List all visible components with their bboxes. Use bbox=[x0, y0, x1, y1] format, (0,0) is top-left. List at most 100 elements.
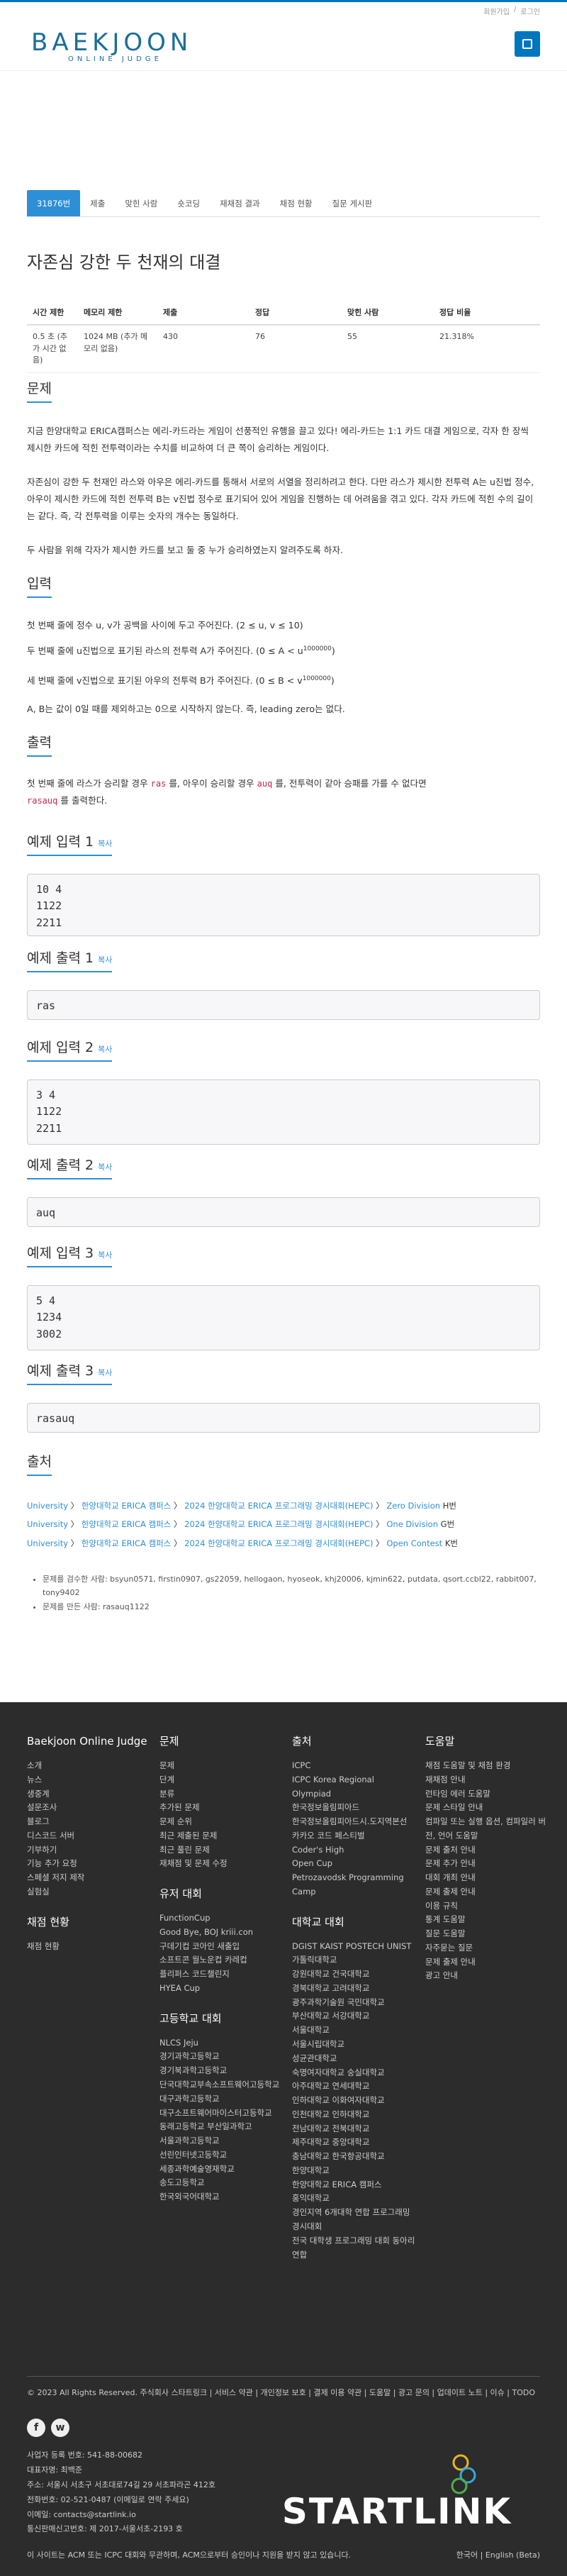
footer-link[interactable]: 최근 제출된 문제 bbox=[159, 1829, 287, 1843]
footer-link[interactable]: 제주대학교 중앙대학교 bbox=[292, 2136, 420, 2150]
footer-link[interactable]: 한국정보올림피아드 bbox=[292, 1801, 420, 1815]
login-link[interactable]: 로그인 bbox=[520, 6, 540, 16]
footer-link[interactable]: 경기북과학고등학교 bbox=[159, 2064, 287, 2078]
footer-link[interactable]: 대구과학고등학교 bbox=[159, 2092, 287, 2106]
footer-link[interactable]: 최근 풀린 문제 bbox=[159, 1843, 287, 1858]
footer-link[interactable]: 전국 대학생 프로그래밍 대회 동아리 연합 bbox=[292, 2234, 420, 2263]
footer-link[interactable]: 한국외국어대학교 bbox=[159, 2190, 287, 2204]
signup-link[interactable]: 회원가입 bbox=[483, 6, 510, 16]
footer-link[interactable]: 부산대학교 서강대학교 bbox=[292, 2009, 420, 2023]
footer-link[interactable]: NLCS Jeju bbox=[159, 2036, 287, 2050]
footer-link[interactable]: 선린인터넷고등학교 bbox=[159, 2148, 287, 2163]
footer-link[interactable]: HYEA Cup bbox=[159, 1982, 287, 1996]
footer-link[interactable]: Open Cup bbox=[292, 1857, 420, 1871]
copy-button[interactable]: 복사 bbox=[98, 1045, 112, 1054]
footer-link[interactable]: 강원대학교 건국대학교 bbox=[292, 1967, 420, 1982]
footer-link[interactable]: Good Bye, BOJ kriii.con bbox=[159, 1926, 287, 1940]
footer-link[interactable]: Olympiad bbox=[292, 1787, 420, 1801]
startlink-logo[interactable]: STARTLINK bbox=[255, 2447, 539, 2532]
footer-link[interactable]: Coder's High bbox=[292, 1843, 420, 1858]
footer-link[interactable]: FunctionCup bbox=[159, 1911, 287, 1926]
footer-link[interactable]: 서울시립대학교 bbox=[292, 2038, 420, 2052]
tab-problem[interactable]: 31876번 bbox=[27, 190, 81, 216]
footer-link[interactable]: 실험실 bbox=[27, 1885, 155, 1899]
footer-link[interactable]: 문제 출처 안내 bbox=[425, 1843, 553, 1858]
footer-link[interactable]: 구데기컵 코아인 새출입 bbox=[159, 1940, 287, 1954]
sample-input-3[interactable]: 5 4 1234 3002 bbox=[27, 1285, 540, 1350]
footer-link[interactable]: 홍익대학교 bbox=[292, 2192, 420, 2206]
footer-link[interactable]: 충남대학교 한국항공대학교 bbox=[292, 2150, 420, 2164]
footer-link[interactable]: 대구소프트웨어마이스터고등학교 bbox=[159, 2106, 287, 2121]
footer-link[interactable]: 광고 안내 bbox=[425, 1969, 553, 1983]
footer-link[interactable]: 질문 도움말 bbox=[425, 1927, 553, 1941]
footer-link[interactable]: DGIST KAIST POSTECH UNIST 가톨릭대학교 bbox=[292, 1940, 420, 1968]
footer-link[interactable]: 광주과학기술원 국민대학교 bbox=[292, 1996, 420, 2010]
footer-link[interactable]: 문제 출제 안내 bbox=[425, 1885, 553, 1899]
footer-link[interactable]: 경인지역 6개대학 연합 프로그래밍 경시대회 bbox=[292, 2206, 420, 2234]
footer-link[interactable]: 서울과학고등학교 bbox=[159, 2134, 287, 2148]
language-switch[interactable]: 한국어 | English (Beta) bbox=[456, 2549, 540, 2560]
footer-link[interactable]: 블로그 bbox=[27, 1815, 155, 1829]
footer-link[interactable]: 인천대학교 인하대학교 bbox=[292, 2108, 420, 2122]
footer-link[interactable]: 전남대학교 전북대학교 bbox=[292, 2122, 420, 2136]
sample-output-2[interactable]: auq bbox=[27, 1197, 540, 1227]
footer-link[interactable]: 재채점 및 문제 수정 bbox=[159, 1857, 287, 1871]
footer-link[interactable]: 설문조사 bbox=[27, 1801, 155, 1815]
footer-link[interactable]: 자주묻는 질문 bbox=[425, 1941, 553, 1955]
footer-link[interactable]: 플리퍼스 코드챌린지 bbox=[159, 1967, 287, 1982]
tab-short-coding[interactable]: 숏코딩 bbox=[167, 190, 210, 216]
footer-link[interactable]: 생중계 bbox=[27, 1787, 155, 1801]
footer-bottom-links[interactable]: © 2023 All Rights Reserved. 주식회사 스타트링크 |… bbox=[27, 2376, 540, 2398]
footer-link[interactable]: 한양대학교 ERICA 캠퍼스 bbox=[292, 2178, 420, 2192]
footer-link[interactable]: 소프트콘 월노운컵 카레컵 bbox=[159, 1953, 287, 1967]
footer-link[interactable]: ICPC Korea Regional bbox=[292, 1773, 420, 1787]
tab-solved-users[interactable]: 맞힌 사람 bbox=[115, 190, 167, 216]
footer-link[interactable]: 단국대학교부속소프트웨어고등학교 bbox=[159, 2078, 287, 2092]
menu-toggle-button[interactable] bbox=[515, 31, 540, 57]
tab-status[interactable]: 채점 현황 bbox=[270, 190, 322, 216]
tab-board[interactable]: 질문 게시판 bbox=[322, 190, 383, 216]
footer-link[interactable]: 문제 순위 bbox=[159, 1815, 287, 1829]
tab-submit[interactable]: 제출 bbox=[80, 190, 115, 216]
footer-link[interactable]: 채점 도움말 및 채점 환경 bbox=[425, 1759, 553, 1773]
footer-link[interactable]: 문제 출제 안내 bbox=[425, 1955, 553, 1970]
footer-link[interactable]: 디스코드 서버 bbox=[27, 1829, 155, 1843]
footer-link[interactable]: 성균관대학교 bbox=[292, 2052, 420, 2066]
copy-button[interactable]: 복사 bbox=[98, 839, 112, 848]
footer-link[interactable]: 대회 개최 안내 bbox=[425, 1871, 553, 1885]
footer-link[interactable]: 소개 bbox=[27, 1759, 155, 1773]
footer-link[interactable]: 문제 bbox=[159, 1759, 287, 1773]
wordpress-icon[interactable]: w bbox=[51, 2419, 69, 2437]
footer-link[interactable]: 뉴스 bbox=[27, 1773, 155, 1787]
footer-link[interactable]: ICPC bbox=[292, 1759, 420, 1773]
footer-link[interactable]: 카카오 코드 페스티벌 bbox=[292, 1829, 420, 1843]
footer-link[interactable]: 추가된 문제 bbox=[159, 1801, 287, 1815]
footer-link[interactable]: 한국정보올림피아드시.도지역본선 bbox=[292, 1815, 420, 1829]
footer-link[interactable]: 분류 bbox=[159, 1787, 287, 1801]
sample-input-2[interactable]: 3 4 1122 2211 bbox=[27, 1079, 540, 1145]
footer-link[interactable]: 문제 추가 안내 bbox=[425, 1857, 553, 1871]
copy-button[interactable]: 복사 bbox=[98, 955, 112, 965]
footer-link[interactable]: 채점 현황 bbox=[27, 1940, 155, 1954]
sample-output-1[interactable]: ras bbox=[27, 990, 540, 1020]
footer-link[interactable]: 문제 스타일 안내 bbox=[425, 1801, 553, 1815]
footer-link[interactable]: Petrozavodsk Programming Camp bbox=[292, 1871, 420, 1899]
footer-link[interactable]: 컴파일 또는 실행 옵션, 컴파일러 버전, 언어 도움말 bbox=[425, 1815, 553, 1843]
copy-button[interactable]: 복사 bbox=[98, 1250, 112, 1260]
footer-link[interactable]: 재채점 안내 bbox=[425, 1773, 553, 1787]
footer-link[interactable]: 단계 bbox=[159, 1773, 287, 1787]
footer-link[interactable]: 통계 도움말 bbox=[425, 1913, 553, 1927]
footer-link[interactable]: 송도고등학교 bbox=[159, 2176, 287, 2190]
facebook-icon[interactable]: f bbox=[27, 2419, 45, 2437]
footer-link[interactable]: 서울대학교 bbox=[292, 2023, 420, 2038]
copy-button[interactable]: 복사 bbox=[98, 1162, 112, 1172]
tab-rejudge[interactable]: 재채점 결과 bbox=[210, 190, 270, 216]
sample-output-3[interactable]: rasauq bbox=[27, 1403, 540, 1433]
footer-link[interactable]: 이용 규칙 bbox=[425, 1899, 553, 1914]
footer-link[interactable]: 인하대학교 이화여자대학교 bbox=[292, 2094, 420, 2108]
footer-link[interactable]: 런타임 에러 도움말 bbox=[425, 1787, 553, 1801]
footer-link[interactable]: 세종과학예술영재학교 bbox=[159, 2163, 287, 2177]
footer-link[interactable]: 한양대학교 bbox=[292, 2164, 420, 2178]
footer-link[interactable]: 경북대학교 고려대학교 bbox=[292, 1982, 420, 1996]
footer-link[interactable]: 기능 추가 요청 bbox=[27, 1857, 155, 1871]
